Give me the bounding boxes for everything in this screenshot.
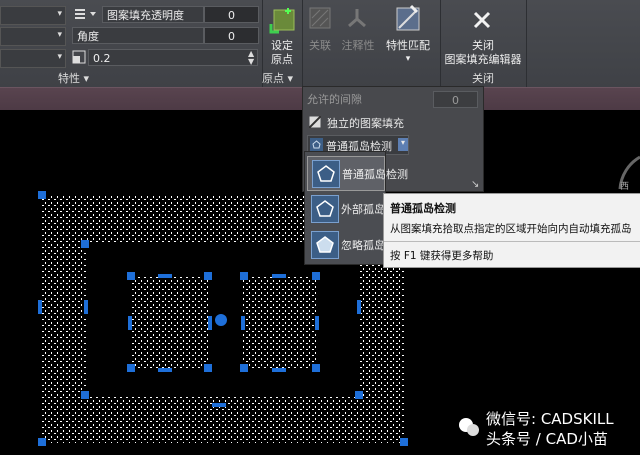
angle-label[interactable]: 角度 [72, 27, 204, 44]
chevron-down-icon: ▾ [57, 52, 62, 62]
angle-value[interactable]: 0 [204, 27, 259, 44]
close-label-1: 关闭 [472, 39, 494, 52]
associative-icon[interactable] [308, 6, 332, 30]
chevron-down-icon: ▾ [57, 30, 62, 40]
scale-icon [72, 50, 86, 64]
transparency-row: ▾ 图案填充透明度 0 [0, 6, 260, 25]
close-icon[interactable] [470, 8, 494, 32]
grip-handle[interactable] [81, 240, 89, 248]
close-label-2: 图案填充编辑器 [444, 53, 522, 66]
island-detection-menu: 普通孤岛检测 外部孤岛检测 忽略孤岛检测 [304, 151, 408, 265]
watermark-line-1: 微信号: CADSKILL [486, 410, 614, 428]
divider [302, 0, 303, 87]
grip-handle[interactable] [158, 274, 172, 278]
close-hatch-editor-button[interactable]: 关闭 图案填充编辑器 [440, 39, 526, 67]
match-properties-icon[interactable] [395, 4, 421, 32]
tooltip-description: 从图案填充拾取点指定的区域开始向内自动填充孤岛 [390, 223, 632, 235]
grip-handle[interactable] [312, 272, 320, 280]
match-properties-button[interactable]: 特性匹配 [382, 39, 434, 53]
divider [526, 0, 527, 87]
set-origin-button[interactable]: 设定 原点 [262, 39, 302, 67]
menu-item-label: 外部孤岛检测 [341, 203, 383, 216]
separate-hatches-label: 独立的图案填充 [327, 117, 404, 130]
grip-handle[interactable] [208, 316, 212, 330]
angle-row: ▾ 角度 0 [0, 27, 260, 46]
divider [384, 241, 640, 242]
gap-tolerance-label: 允许的间隙 [307, 93, 362, 106]
transparency-value[interactable]: 0 [204, 6, 259, 23]
grip-handle[interactable] [127, 272, 135, 280]
chevron-down-icon[interactable]: ▾ [402, 52, 414, 66]
menu-item-outer-island[interactable]: 外部孤岛检测 [307, 192, 383, 225]
grip-handle[interactable] [315, 316, 319, 330]
grip-handle[interactable] [241, 316, 245, 330]
grip-handle[interactable] [355, 391, 363, 399]
grip-handle[interactable] [400, 438, 408, 446]
ignore-island-icon [311, 231, 339, 259]
properties-panel-label[interactable]: 特性 ▾ [58, 70, 89, 86]
ribbon: ▾ 图案填充透明度 0 ▾ 角度 0 ▾ 0.2 ▲ ▼ 特性 ▾ 设定 原点 原… [0, 0, 640, 87]
gap-tolerance-field[interactable]: 0 [433, 91, 478, 108]
grip-handle[interactable] [81, 391, 89, 399]
hatch-island-left [131, 276, 209, 368]
grip-handle[interactable] [240, 364, 248, 372]
scale-row: ▾ 0.2 ▲ ▼ [0, 49, 260, 68]
hatch-island-right [243, 276, 317, 368]
annotative-icon[interactable] [345, 6, 369, 30]
grip-handle[interactable] [158, 368, 172, 372]
hatch-type-dropdown[interactable]: ▾ [0, 6, 66, 25]
menu-item-label: 忽略孤岛检测 [341, 239, 383, 252]
grip-handle[interactable] [272, 274, 286, 278]
grip-handle[interactable] [84, 300, 88, 314]
grip-handle[interactable] [127, 364, 135, 372]
tooltip: 普通孤岛检测 从图案填充拾取点指定的区域开始向内自动填充孤岛 按 F1 键获得更… [383, 193, 640, 268]
layer-dropdown[interactable]: ▾ [0, 49, 66, 68]
grip-handle[interactable] [212, 403, 226, 407]
grip-handle[interactable] [240, 272, 248, 280]
close-panel-label: 关闭 [472, 72, 494, 85]
transparency-icon [75, 9, 96, 19]
tooltip-help: 按 F1 键获得更多帮助 [390, 250, 494, 262]
island-detection-icon [310, 138, 323, 151]
annotative-button[interactable]: 注释性 [338, 39, 378, 53]
viewcube-label: 西 [620, 181, 629, 192]
set-origin-label-1: 设定 [271, 39, 293, 52]
transparency-label[interactable]: 图案填充透明度 [102, 6, 204, 23]
set-origin-label-2: 原点 [271, 53, 293, 66]
grip-handle[interactable] [38, 300, 42, 314]
outer-island-icon [311, 195, 339, 223]
bg-color-dropdown[interactable]: ▾ [0, 27, 66, 46]
transparency-dropdown[interactable] [72, 6, 98, 23]
menu-item-ignore-island[interactable]: 忽略孤岛检测 [307, 228, 383, 261]
menu-item-normal-island[interactable]: 普通孤岛检测 [307, 156, 408, 191]
grip-handle[interactable] [204, 272, 212, 280]
tooltip-title: 普通孤岛检测 [390, 202, 456, 215]
set-origin-icon[interactable] [268, 6, 296, 34]
normal-island-icon [312, 160, 340, 188]
grip-handle[interactable] [204, 364, 212, 372]
separate-hatches-toggle[interactable]: 独立的图案填充 [307, 113, 477, 131]
associative-button[interactable]: 关联 [304, 39, 336, 53]
grip-handle[interactable] [38, 438, 46, 446]
watermark-line-2: 头条号 / CAD小苗 [486, 430, 608, 448]
separate-hatches-icon [309, 116, 321, 128]
chevron-down-icon: ▾ [57, 9, 62, 19]
spinner-icon[interactable]: ▲ ▼ [248, 50, 254, 66]
panel-expand-icon[interactable]: ↘ [471, 179, 479, 190]
menu-item-label: 普通孤岛检测 [342, 168, 408, 181]
grip-handle[interactable] [357, 300, 361, 314]
chevron-down-icon: ▾ [398, 138, 408, 151]
grip-handle[interactable] [272, 368, 286, 372]
origin-panel-label[interactable]: 原点 ▾ [262, 70, 293, 86]
grip-handle[interactable] [128, 316, 132, 330]
wechat-icon [459, 418, 479, 436]
grip-handle[interactable] [38, 191, 46, 199]
hatch-origin-grip[interactable] [215, 314, 227, 326]
grip-handle[interactable] [312, 364, 320, 372]
scale-value[interactable]: 0.2 [88, 49, 258, 66]
